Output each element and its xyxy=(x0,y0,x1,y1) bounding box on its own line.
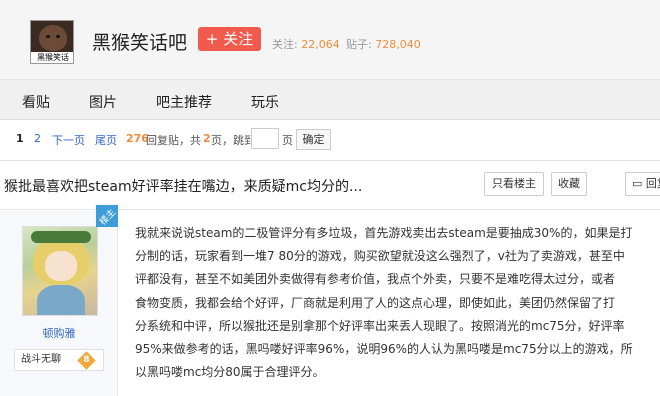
forum-name[interactable]: 黑猴笑话吧 xyxy=(92,28,187,55)
post-line: 食物变质，我都会给个好评，厂商就是利用了人的这点心理，即使如此，美团仍然保留了打 xyxy=(135,295,616,310)
post-content: 我就来说说steam的二极管评分有多垃圾，首先游戏卖出去steam是要抽成30%… xyxy=(135,222,645,384)
tab-recommend[interactable]: 吧主推荐 xyxy=(156,92,212,112)
page-unit: 页 xyxy=(282,134,293,147)
reply-button[interactable]: ▭ 回复 xyxy=(625,172,660,196)
follow-count: 22,064 xyxy=(301,38,340,51)
comment-icon: ▭ xyxy=(632,177,643,190)
forum-header: 黑猴笑话 黑猴笑话吧 + 关注 关注: 22,064 贴子: 728,040 xyxy=(0,0,660,80)
author-name[interactable]: 顿购雅 xyxy=(0,325,118,341)
page-total: 2 xyxy=(203,132,211,145)
pagination: 1 2 下一页 尾页 276 回复贴，共 2 页，跳到 页 确定 xyxy=(0,121,660,159)
page-jump-input[interactable] xyxy=(251,128,279,149)
thread-title: 猴批最喜欢把steam好评率挂在嘴边，来质疑mc均分的... xyxy=(4,179,363,195)
page-current: 1 xyxy=(16,132,24,145)
follow-stat: 关注: 22,064 xyxy=(272,36,340,52)
page-link-2[interactable]: 2 xyxy=(34,132,41,145)
post-count: 728,040 xyxy=(375,38,421,51)
reply-label: 回复贴，共 xyxy=(146,134,201,147)
follow-count-label: 关注: xyxy=(272,38,298,51)
monkey-face-icon xyxy=(39,25,67,51)
post-line: 评都没有，甚至不如美团外卖做得有参考价值，我点个外卖，只要不是难吃得太过分，或者 xyxy=(135,272,616,287)
post-stat: 贴子: 728,040 xyxy=(346,36,421,52)
avatar-ribbon xyxy=(31,231,91,243)
avatar-face xyxy=(45,251,77,281)
post-line: 我就来说说steam的二极管评分有多垃圾，首先游戏卖出去steam是要抽成30%… xyxy=(135,226,633,240)
post-line: 分系统和中评，所以猴批还是别拿那个好评率出来丢人现眼了。按照消光的mc75分，好… xyxy=(135,318,625,333)
post-line: 以黑吗喽mc均分80属于合理评分。 xyxy=(135,365,325,380)
confirm-button[interactable]: 确定 xyxy=(296,129,331,150)
favorite-button[interactable]: 收藏 xyxy=(551,172,587,196)
eye-icon xyxy=(46,35,50,38)
author-panel: 顿购雅 战斗无聊 8 xyxy=(0,211,118,396)
thread-title-bar: 猴批最喜欢把steam好评率挂在嘴边，来质疑mc均分的... 只看楼主 收藏 ▭… xyxy=(0,160,660,210)
eye-icon xyxy=(56,35,60,38)
avatar-caption: 黑猴笑话 xyxy=(31,52,73,63)
post-line: 分制的话，玩家看到一堆7 80分的游戏，购买欲望就没这么强烈了，v社为了卖游戏，… xyxy=(135,249,625,264)
reply-button-label: 回复 xyxy=(645,177,660,190)
tab-posts[interactable]: 看贴 xyxy=(22,92,50,112)
forum-avatar[interactable]: 黑猴笑话 xyxy=(30,20,74,64)
tab-fun[interactable]: 玩乐 xyxy=(251,92,279,112)
post-count-label: 贴子: xyxy=(346,38,372,51)
only-op-button[interactable]: 只看楼主 xyxy=(484,172,544,196)
level-number: 8 xyxy=(83,355,90,365)
last-page-link[interactable]: 尾页 xyxy=(95,132,117,148)
post-line: 95%来做参考的话，黑吗喽好评率96%，说明96%的人认为黑吗喽是mc75分以上… xyxy=(135,342,633,357)
forum-nav: 看贴 图片 吧主推荐 玩乐 xyxy=(0,80,660,120)
tab-pictures[interactable]: 图片 xyxy=(89,92,117,112)
author-avatar[interactable] xyxy=(22,226,98,316)
next-page-link[interactable]: 下一页 xyxy=(52,132,85,148)
avatar-body xyxy=(37,285,85,315)
follow-button[interactable]: + 关注 xyxy=(198,27,261,51)
page-total-suffix: 页，跳到 xyxy=(211,134,255,147)
